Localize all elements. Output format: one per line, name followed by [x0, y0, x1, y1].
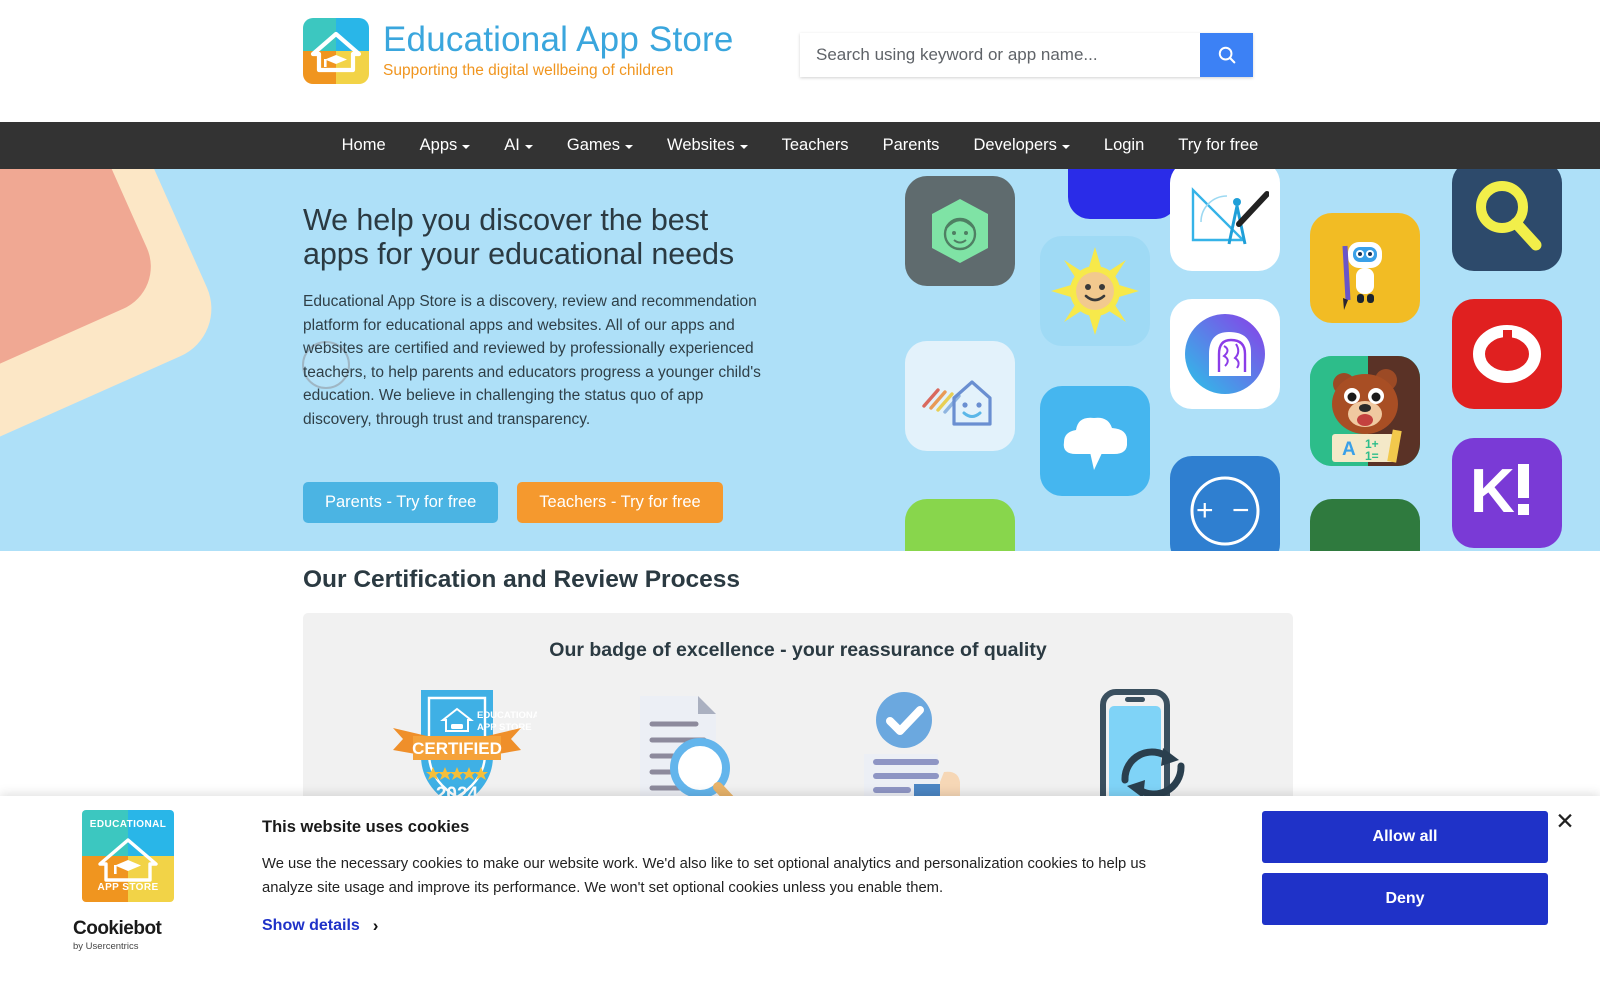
chevron-down-icon — [739, 145, 748, 149]
nav-label: Developers — [973, 136, 1057, 154]
teachers-try-for-free-button[interactable]: Teachers - Try for free — [517, 482, 723, 523]
geometry-compass-icon — [1170, 169, 1280, 271]
site-header: Educational App Store Supporting the dig… — [0, 0, 1600, 122]
nav-item-apps[interactable]: Apps — [403, 122, 488, 169]
cookiebot-by: by Usercentrics — [73, 941, 139, 952]
page-title: Our Certification and Review Process — [303, 566, 741, 593]
blue-square-icon — [1068, 169, 1178, 219]
nav-item-try-for-free[interactable]: Try for free — [1161, 122, 1275, 169]
nav-item-games[interactable]: Games — [550, 122, 650, 169]
allow-all-button[interactable]: Allow all — [1262, 811, 1548, 863]
hero-copy: We help you discover the best apps for y… — [303, 203, 773, 431]
hero-paragraph: Educational App Store is a discovery, re… — [303, 293, 761, 428]
svg-text:EDUCATIONAL: EDUCATIONAL — [477, 710, 537, 721]
hexagon-face-icon — [905, 176, 1015, 286]
magnifier-yellow-icon — [1452, 169, 1562, 271]
svg-text:1=: 1= — [1365, 449, 1379, 463]
cookie-banner-text: This website uses cookies We use the nec… — [262, 818, 1192, 901]
nav-label: Try for free — [1178, 136, 1259, 154]
nav-label: AI — [504, 136, 520, 154]
sun-smile-icon — [1040, 236, 1150, 346]
certification-card-title: Our badge of excellence - your reassuran… — [549, 639, 1047, 661]
brand-tagline: Supporting the digital wellbeing of chil… — [383, 62, 674, 80]
show-details-label: Show details — [262, 917, 360, 934]
logo-mark — [303, 18, 369, 84]
nav-label: Parents — [882, 136, 940, 154]
svg-text:APP STORE: APP STORE — [477, 722, 532, 733]
svg-text:K: K — [1470, 457, 1515, 526]
brand-title: Educational App Store — [383, 19, 734, 59]
chevron-right-icon: › — [372, 916, 379, 935]
nav-item-ai[interactable]: AI — [487, 122, 550, 169]
phone-sync-icon — [1059, 684, 1219, 814]
kahoot-k-icon: K — [1452, 438, 1562, 548]
nav-label: Websites — [667, 136, 735, 154]
nav-item-websites[interactable]: Websites — [650, 122, 765, 169]
nav-label: Home — [341, 136, 386, 154]
checkmark-approval-icon — [832, 684, 992, 814]
certified-badge-icon: EDUCATIONAL APP STORE CERTIFIED 2024 — [377, 684, 545, 814]
nav-item-login[interactable]: Login — [1087, 122, 1161, 169]
parents-try-for-free-button[interactable]: Parents - Try for free — [303, 482, 499, 523]
search-bar — [800, 33, 1253, 77]
certification-icon-row: EDUCATIONAL APP STORE CERTIFIED 2024 — [303, 662, 1293, 814]
green-square-icon — [905, 499, 1015, 551]
nav-label: Apps — [419, 136, 458, 154]
svg-text:−: − — [1232, 494, 1250, 527]
robot-pencil-icon — [1310, 213, 1420, 323]
chevron-down-icon — [462, 145, 471, 149]
nav-label: Login — [1103, 136, 1145, 154]
svg-text:A: A — [1342, 439, 1356, 460]
svg-text:CERTIFIED: CERTIFIED — [412, 739, 502, 758]
cookie-consent-banner: EDUCATIONAL APP STORE Cookiebot by Userc… — [0, 796, 1600, 1000]
cookie-banner-title: This website uses cookies — [262, 818, 470, 836]
cloud-speech-icon — [1040, 386, 1150, 496]
close-icon[interactable]: ✕ — [1552, 808, 1578, 834]
hero-cta-group: Parents - Try for free Teachers - Try fo… — [303, 482, 723, 523]
chevron-down-icon — [625, 145, 634, 149]
jungle-square-icon — [1310, 499, 1420, 551]
red-q-icon — [1452, 299, 1562, 409]
hero-heading: We help you discover the best apps for y… — [303, 203, 734, 271]
search-input[interactable] — [800, 33, 1200, 77]
cookiebot-name: Cookiebot — [73, 918, 162, 939]
nav-item-teachers[interactable]: Teachers — [765, 122, 866, 169]
bear-alphabet-icon: A 1+ 1= — [1310, 356, 1420, 466]
house-graduation-cap-icon — [310, 31, 362, 73]
cookiebot-branding: Cookiebot by Usercentrics — [73, 918, 193, 952]
app-icon-mosaic: A 1+ 1= K + − — [900, 169, 1600, 551]
nav-item-developers[interactable]: Developers — [956, 122, 1086, 169]
chevron-down-icon — [524, 145, 533, 149]
cookie-logo-line2: APP STORE — [97, 882, 159, 893]
nav-item-parents[interactable]: Parents — [866, 122, 957, 169]
cookie-banner-logo: EDUCATIONAL APP STORE — [82, 810, 174, 902]
rainbow-house-icon — [905, 341, 1015, 451]
hero-section: We help you discover the best apps for y… — [0, 169, 1600, 551]
chevron-down-icon — [1061, 145, 1070, 149]
cookie-button-group: Allow all Deny — [1262, 811, 1548, 925]
brand-logo-link[interactable]: Educational App Store Supporting the dig… — [303, 18, 734, 84]
show-details-link[interactable]: Show details › — [262, 916, 378, 936]
svg-text:+: + — [1196, 494, 1214, 527]
nav-items: Home Apps AI Games Websites Teachers Par… — [325, 122, 1276, 169]
brain-head-icon — [1170, 299, 1280, 409]
nav-item-home[interactable]: Home — [325, 122, 403, 169]
document-magnifier-icon — [604, 684, 764, 814]
cookie-logo-line1: EDUCATIONAL — [89, 819, 167, 830]
calculator-icon: + − — [1170, 456, 1280, 551]
main-navigation: Home Apps AI Games Websites Teachers Par… — [0, 122, 1600, 169]
cookie-banner-description: We use the necessary cookies to make our… — [262, 856, 1146, 896]
nav-label: Games — [566, 136, 621, 154]
nav-label: Teachers — [781, 136, 849, 154]
deny-button[interactable]: Deny — [1262, 873, 1548, 925]
search-button[interactable] — [1200, 33, 1253, 77]
search-icon — [1218, 46, 1235, 64]
